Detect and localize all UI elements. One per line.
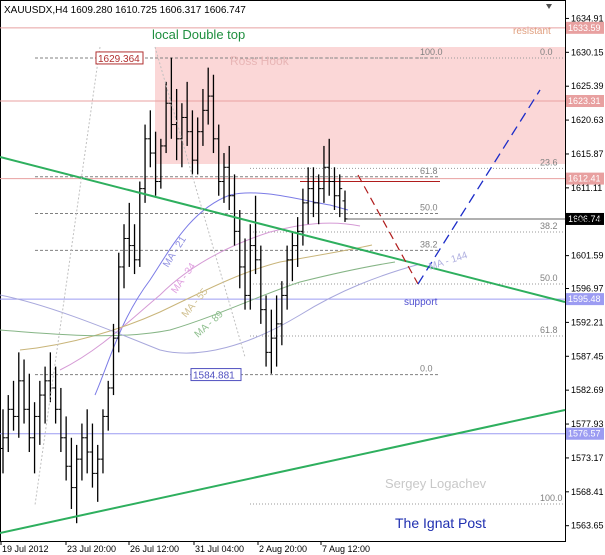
price-level-label: 1595.48 bbox=[568, 294, 601, 304]
fib-level-label: 61.8 bbox=[420, 166, 438, 176]
y-tick-label: 1563.65 bbox=[571, 521, 604, 531]
brand-text: The Ignat Post bbox=[395, 515, 486, 531]
fib-right-label: 23.6 bbox=[540, 157, 558, 167]
high-price-label: 1629.364 bbox=[98, 54, 140, 65]
y-tick-label: 1601.59 bbox=[571, 251, 604, 261]
fib-right-label: 61.8 bbox=[540, 325, 558, 335]
x-tick-label: 2 Aug 20:00 bbox=[259, 544, 307, 554]
y-tick-label: 1620.63 bbox=[571, 115, 604, 125]
y-tick-label: 1582.69 bbox=[571, 385, 604, 395]
double-top-annotation: local Double top bbox=[152, 27, 245, 42]
fib-right-label: 38.2 bbox=[540, 221, 558, 231]
fib-level-label: 50.0 bbox=[420, 203, 438, 213]
fib-level-label: 0.0 bbox=[420, 364, 433, 374]
fib-level-label: 100.0 bbox=[420, 47, 443, 57]
resistance-zone bbox=[155, 47, 565, 164]
ross-hook-annotation: Ross Hook bbox=[230, 54, 290, 68]
y-tick-label: 1611.11 bbox=[571, 183, 602, 193]
x-tick-label: 23 Jul 20:00 bbox=[67, 544, 116, 554]
x-tick-label: 31 Jul 04:00 bbox=[195, 544, 244, 554]
y-tick-label: 1630.15 bbox=[571, 47, 604, 57]
y-tick-label: 1634.91 bbox=[571, 13, 604, 23]
symbol-header: XAUUSDX,H4 1609.280 1610.725 1606.317 16… bbox=[4, 5, 246, 16]
resistant-annotation: resistant bbox=[513, 26, 551, 37]
support-annotation: support bbox=[404, 297, 438, 308]
low-price-label: 1584.881 bbox=[193, 371, 235, 382]
price-level-label: 1633.59 bbox=[568, 23, 601, 33]
x-tick-label: 19 Jul 2012 bbox=[2, 544, 49, 554]
y-tick-label: 1587.45 bbox=[571, 351, 604, 361]
y-tick-label: 1592.21 bbox=[571, 317, 604, 327]
x-tick-label: 26 Jul 12:00 bbox=[130, 544, 179, 554]
x-tick-label: 7 Aug 12:00 bbox=[322, 544, 370, 554]
y-tick-label: 1615.87 bbox=[571, 149, 604, 159]
fib-level-label: 38.2 bbox=[420, 239, 438, 249]
price-chart: 1633.591623.311612.411595.481576.57100.0… bbox=[0, 0, 604, 554]
y-tick-label: 1596.97 bbox=[571, 284, 604, 294]
chart-window: 1633.59 1623.31 1612.41 1595.48 1576.57 100.0… bbox=[0, 0, 605, 555]
y-tick-label: 1606.35 bbox=[571, 217, 604, 227]
fib-right-label: 0.0 bbox=[540, 47, 553, 57]
y-tick-label: 1625.39 bbox=[571, 81, 604, 91]
watermark-text: Sergey Logachev bbox=[385, 476, 487, 491]
y-tick-label: 1573.17 bbox=[571, 453, 604, 463]
price-level-label: 1623.31 bbox=[568, 96, 601, 106]
y-tick-label: 1568.41 bbox=[571, 487, 604, 497]
fib-right-label: 100.0 bbox=[540, 493, 563, 503]
price-level-label: 1576.57 bbox=[568, 429, 601, 439]
fib-right-label: 50.0 bbox=[540, 273, 558, 283]
y-tick-label: 1577.93 bbox=[571, 419, 604, 429]
